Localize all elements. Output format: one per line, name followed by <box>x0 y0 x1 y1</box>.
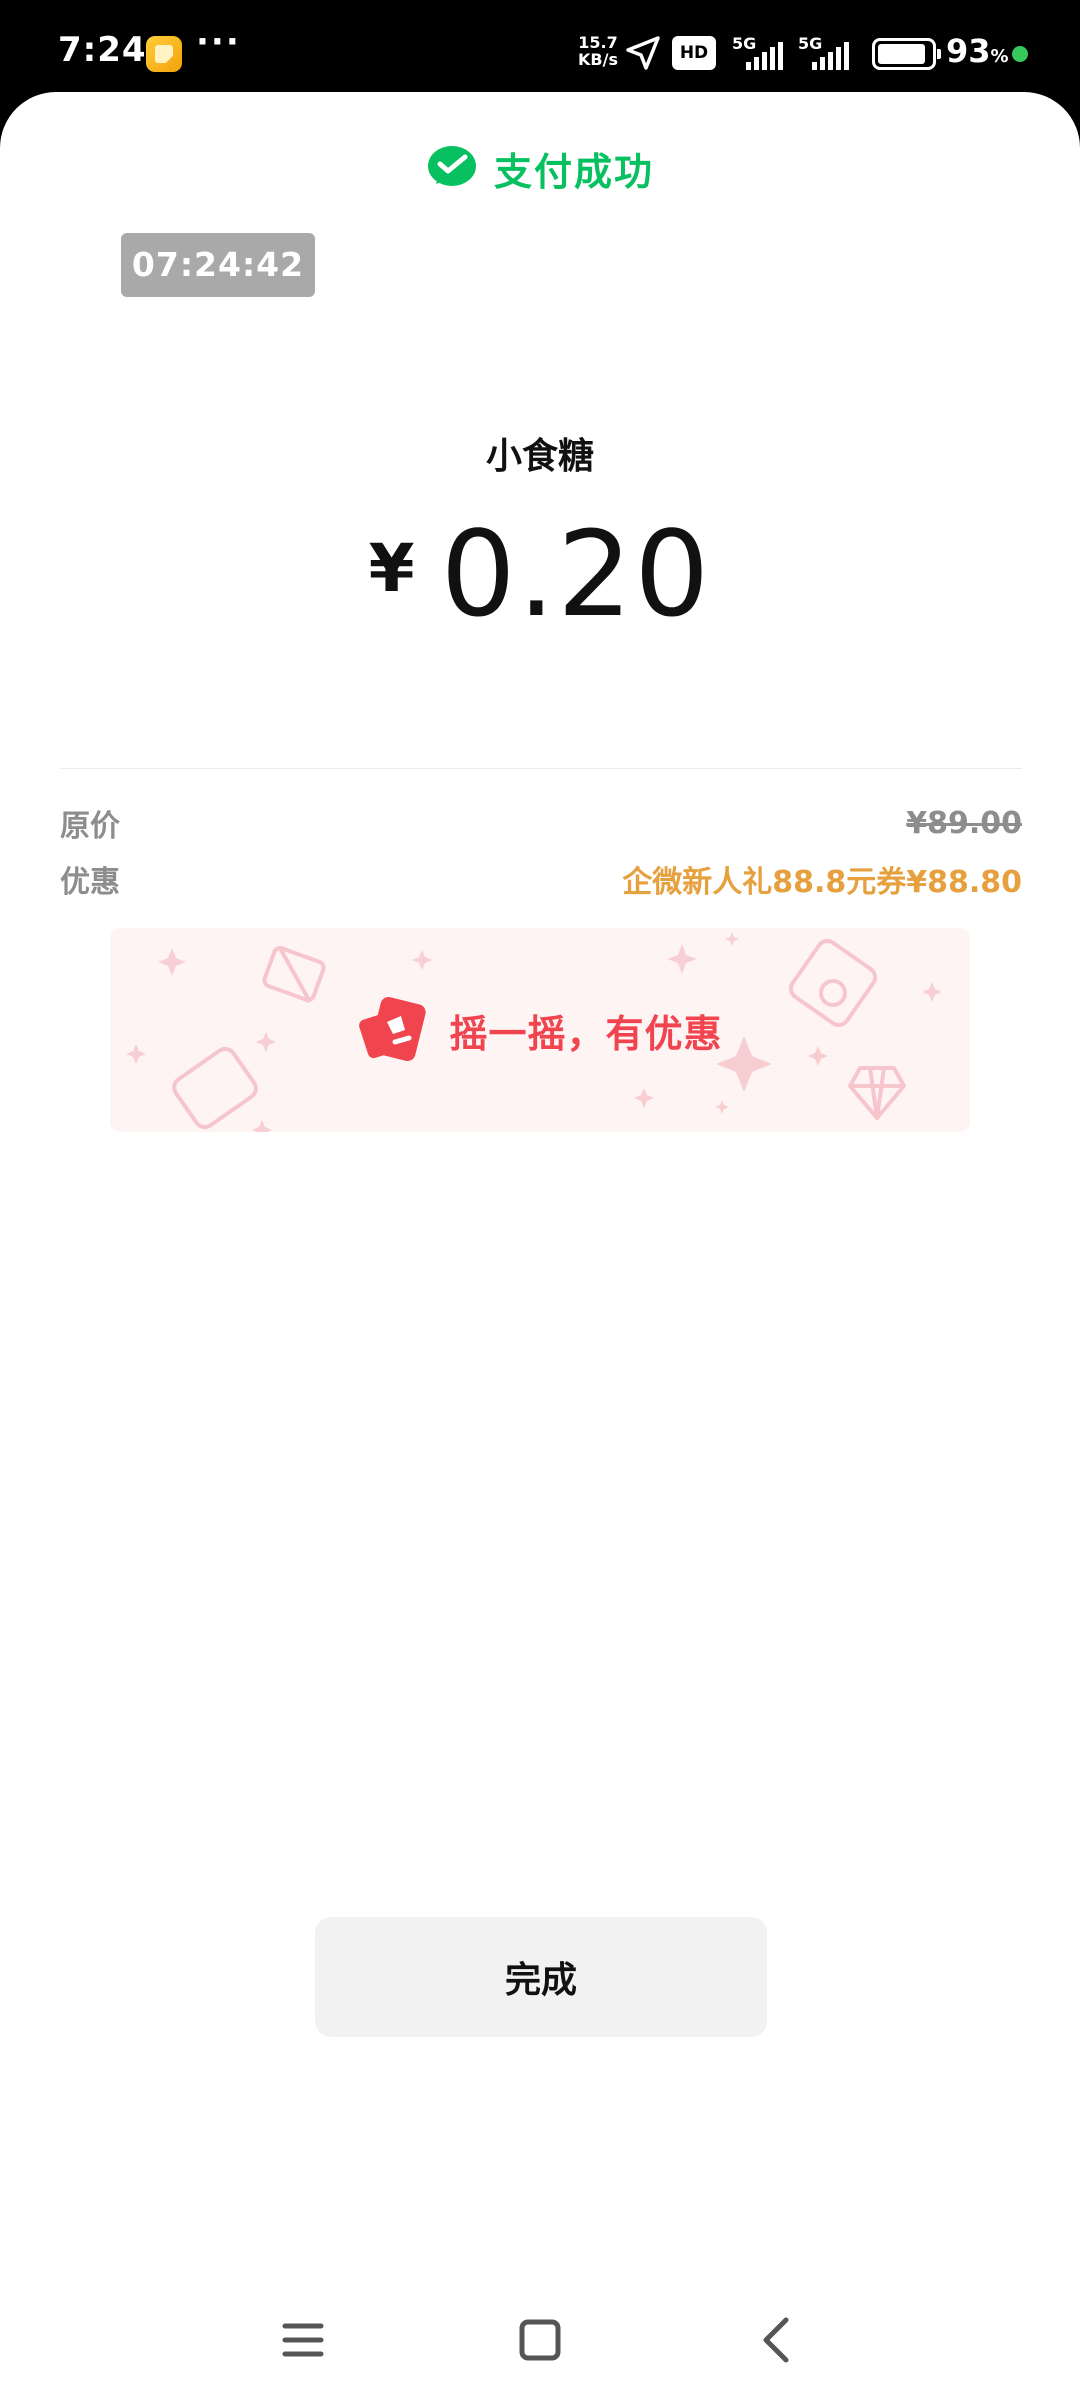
privacy-indicator-dot <box>1012 46 1028 62</box>
done-button[interactable]: 完成 <box>315 1917 767 2037</box>
location-arrow-icon <box>626 36 660 70</box>
network-speed: 15.7 KB/s <box>578 34 618 68</box>
payment-result-sheet: 支付成功 07:24:42 小食糖 ¥ 0.20 原价 ¥89.00 优惠 企微… <box>0 92 1080 2400</box>
amount-value: 0.20 <box>440 505 712 643</box>
status-bar: 7:24 ··· 15.7 KB/s HD 5G 5G 93% <box>0 0 1080 100</box>
battery-icon <box>872 38 941 70</box>
payment-time-badge: 07:24:42 <box>121 233 315 297</box>
menu-icon[interactable] <box>273 2310 333 2370</box>
hd-voice-icon: HD <box>672 36 716 70</box>
discount-label: 优惠 <box>60 865 120 900</box>
back-icon[interactable] <box>746 2310 806 2370</box>
payment-amount: ¥ 0.20 <box>0 505 1080 643</box>
signal-icon-sim2: 5G <box>798 34 860 70</box>
system-nav-bar <box>0 2280 1080 2400</box>
shake-promo-banner[interactable]: 摇一摇，有优惠 <box>110 928 970 1132</box>
home-icon[interactable] <box>510 2310 570 2370</box>
network-speed-unit: KB/s <box>578 50 618 69</box>
wechat-pay-icon <box>427 146 476 186</box>
original-price-label: 原价 <box>60 809 120 844</box>
promo-content: 摇一摇，有优惠 <box>110 928 970 1132</box>
network-speed-value: 15.7 <box>578 33 618 52</box>
more-notifications-icon: ··· <box>196 22 241 62</box>
battery-percent: 93% <box>946 32 1009 70</box>
discount-value: 企微新人礼88.8元券¥88.80 <box>622 865 1022 900</box>
divider <box>60 768 1022 769</box>
notes-app-icon <box>146 36 182 72</box>
shake-icon <box>359 996 427 1062</box>
discount-row: 优惠 企微新人礼88.8元券¥88.80 <box>60 857 1022 901</box>
merchant-name: 小食糖 <box>485 436 594 477</box>
status-time: 7:24 <box>58 30 147 70</box>
payment-success-title: 支付成功 <box>493 149 654 194</box>
original-price-value: ¥89.00 <box>906 805 1022 841</box>
payment-header: 支付成功 <box>0 138 1080 198</box>
currency-symbol: ¥ <box>368 530 415 607</box>
promo-text: 摇一摇，有优惠 <box>449 1011 723 1056</box>
signal-icon-sim1: 5G <box>732 34 794 70</box>
original-price-row: 原价 ¥89.00 <box>60 801 1022 845</box>
